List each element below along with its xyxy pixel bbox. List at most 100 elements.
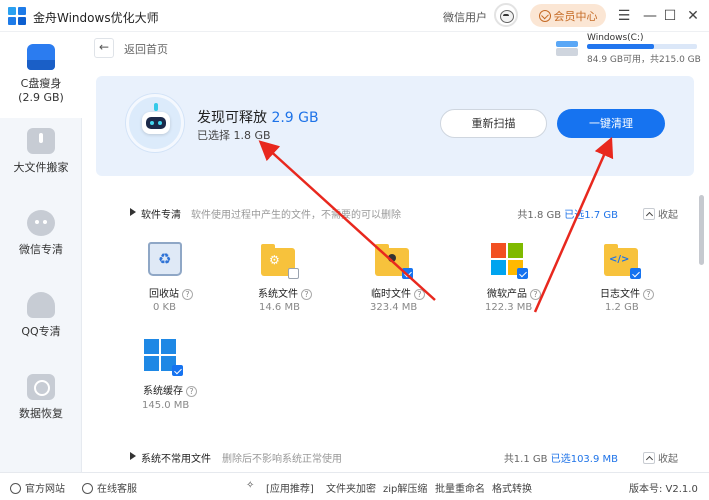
- website-icon: [10, 483, 21, 494]
- item-label-text: 日志文件: [600, 289, 640, 300]
- recover-icon: [27, 374, 55, 400]
- box-icon: [27, 128, 55, 154]
- clean-item-system-cache[interactable]: 系统缓存? 145.0 MB: [130, 336, 240, 416]
- item-size: 0 KB: [153, 302, 176, 313]
- chevron-up-icon: [643, 208, 655, 220]
- clean-item-temp-files[interactable]: 临时文件? 323.4 MB: [353, 240, 463, 320]
- item-label-text: 系统文件: [258, 289, 298, 300]
- sidebar: C盘瘦身 (2.9 GB) 大文件搬家 微信专清 QQ专清 数据恢复: [0, 32, 82, 472]
- item-label: 日志文件?: [600, 285, 654, 300]
- close-button[interactable]: ✕: [683, 6, 703, 26]
- section-desc: 软件使用过程中产生的文件，不需要的可以删除: [191, 210, 401, 221]
- app-title: 金舟Windows优化大师: [33, 11, 159, 25]
- footer-link-format-convert[interactable]: 格式转换: [492, 480, 532, 495]
- sidebar-item-large-file-move[interactable]: 大文件搬家: [0, 128, 82, 175]
- collapse-label: 收起: [658, 454, 678, 465]
- sidebar-item-label: C盘瘦身: [20, 77, 62, 90]
- section-total-size: 共1.1 GB: [503, 454, 548, 465]
- footer-link-batch-rename[interactable]: 批量重命名: [435, 480, 485, 495]
- item-label-text: 微软产品: [487, 289, 527, 300]
- item-checkbox[interactable]: [288, 268, 299, 279]
- drive-name: Windows(C:): [587, 33, 644, 43]
- section-title: 软件专清: [141, 210, 181, 221]
- drive-icon: [27, 44, 55, 70]
- help-icon[interactable]: ?: [182, 289, 193, 300]
- item-checkbox[interactable]: [402, 268, 413, 279]
- one-click-clean-button[interactable]: 一键清理: [557, 109, 665, 138]
- item-checkbox[interactable]: [172, 365, 183, 376]
- item-size: 14.6 MB: [259, 302, 300, 313]
- wechat-icon: [27, 210, 55, 236]
- sparkle-icon: ✧: [246, 480, 255, 491]
- found-label: 发现可释放: [197, 110, 267, 126]
- footer-bar: 官方网站 在线客服 ✧ [应用推荐] 文件夹加密 zip解压缩 批量重命名 格式…: [0, 472, 709, 500]
- vip-label: 会员中心: [553, 9, 598, 23]
- back-home-link[interactable]: 返回首页: [124, 41, 168, 57]
- sidebar-item-qq-clean[interactable]: QQ专清: [0, 292, 82, 339]
- item-checkbox[interactable]: [517, 268, 528, 279]
- section-selected: 已选1.7 GB: [564, 210, 618, 221]
- user-avatar[interactable]: [494, 3, 518, 27]
- item-label-text: 回收站: [149, 289, 179, 300]
- robot-icon: [126, 94, 184, 152]
- item-label: 临时文件?: [371, 285, 425, 300]
- item-label-text: 系统缓存: [143, 386, 183, 397]
- found-summary: 发现可释放 2.9 GB: [197, 107, 319, 127]
- item-checkbox[interactable]: [630, 268, 641, 279]
- section-total: 共1.1 GB 已选103.9 MB: [504, 450, 618, 465]
- recycle-bin-icon: [148, 242, 182, 276]
- sidebar-item-wechat-clean[interactable]: 微信专清: [0, 210, 82, 257]
- help-icon[interactable]: ?: [530, 289, 541, 300]
- item-label-text: 临时文件: [371, 289, 411, 300]
- footer-link-zip[interactable]: zip解压缩: [383, 480, 427, 495]
- maximize-button[interactable]: ☐: [660, 6, 680, 26]
- online-service-link[interactable]: 在线客服: [82, 480, 137, 495]
- expand-arrow-icon: [130, 208, 136, 216]
- clean-item-recycle-bin[interactable]: 回收站? 0 KB: [130, 240, 240, 320]
- item-label: 微软产品?: [487, 285, 541, 300]
- help-icon[interactable]: ?: [414, 289, 425, 300]
- help-icon[interactable]: ?: [186, 386, 197, 397]
- help-icon[interactable]: ?: [643, 289, 654, 300]
- clean-item-log-files[interactable]: </> 日志文件? 1.2 GB: [582, 240, 692, 320]
- user-name[interactable]: 微信用户: [443, 9, 487, 25]
- section-total: 共1.8 GB 已选1.7 GB: [517, 206, 618, 221]
- app-recommend-label: [应用推荐]: [266, 484, 314, 495]
- sidebar-item-c-drive-slim[interactable]: C盘瘦身 (2.9 GB): [0, 32, 82, 118]
- clean-item-system-files[interactable]: ⚙ 系统文件? 14.6 MB: [240, 240, 350, 320]
- sidebar-item-label: QQ专清: [21, 325, 61, 338]
- section-header-system-unused[interactable]: 系统不常用文件 删除后不影响系统正常使用 共1.1 GB 已选103.9 MB …: [130, 450, 690, 466]
- vip-icon: [538, 9, 551, 22]
- title-bar: 金舟Windows优化大师 微信用户 会员中心 ☰ — ☐ ✕: [0, 0, 709, 32]
- sidebar-item-label: 微信专清: [19, 243, 63, 256]
- qq-icon: [27, 292, 55, 318]
- drive-info: 84.9 GB可用，共215.0 GB: [587, 55, 701, 65]
- scrollbar-thumb[interactable]: [699, 195, 704, 265]
- clean-item-microsoft-products[interactable]: 微软产品? 122.3 MB: [470, 240, 580, 320]
- rescan-button[interactable]: 重新扫描: [440, 109, 547, 138]
- footer-link-folder-encrypt[interactable]: 文件夹加密: [326, 480, 376, 495]
- official-website-label: 官方网站: [25, 484, 65, 495]
- chevron-up-icon: [643, 452, 655, 464]
- sidebar-item-data-recovery[interactable]: 数据恢复: [0, 374, 82, 421]
- collapse-label: 收起: [658, 210, 678, 221]
- sidebar-item-label: 大文件搬家: [13, 161, 69, 174]
- app-logo-icon: [8, 7, 26, 25]
- drive-usage-bar: [587, 44, 697, 49]
- official-website-link[interactable]: 官方网站: [10, 480, 65, 495]
- collapse-button[interactable]: 收起: [643, 450, 678, 465]
- section-selected: 已选103.9 MB: [550, 454, 618, 465]
- item-size: 122.3 MB: [485, 302, 533, 313]
- help-icon[interactable]: ?: [301, 289, 312, 300]
- back-button[interactable]: ←: [94, 38, 114, 58]
- sidebar-item-sub: (2.9 GB): [18, 91, 64, 104]
- vip-center-button[interactable]: 会员中心: [530, 4, 606, 27]
- item-label: 系统文件?: [258, 285, 312, 300]
- menu-icon[interactable]: ☰: [614, 6, 634, 26]
- section-header-software-clean[interactable]: 软件专清 软件使用过程中产生的文件，不需要的可以删除 共1.8 GB 已选1.7…: [130, 206, 690, 222]
- section-desc: 删除后不影响系统正常使用: [222, 454, 342, 465]
- minimize-button[interactable]: —: [640, 6, 660, 26]
- collapse-button[interactable]: 收起: [643, 206, 678, 221]
- item-size: 1.2 GB: [605, 302, 639, 313]
- drive-usage-fill: [587, 44, 654, 49]
